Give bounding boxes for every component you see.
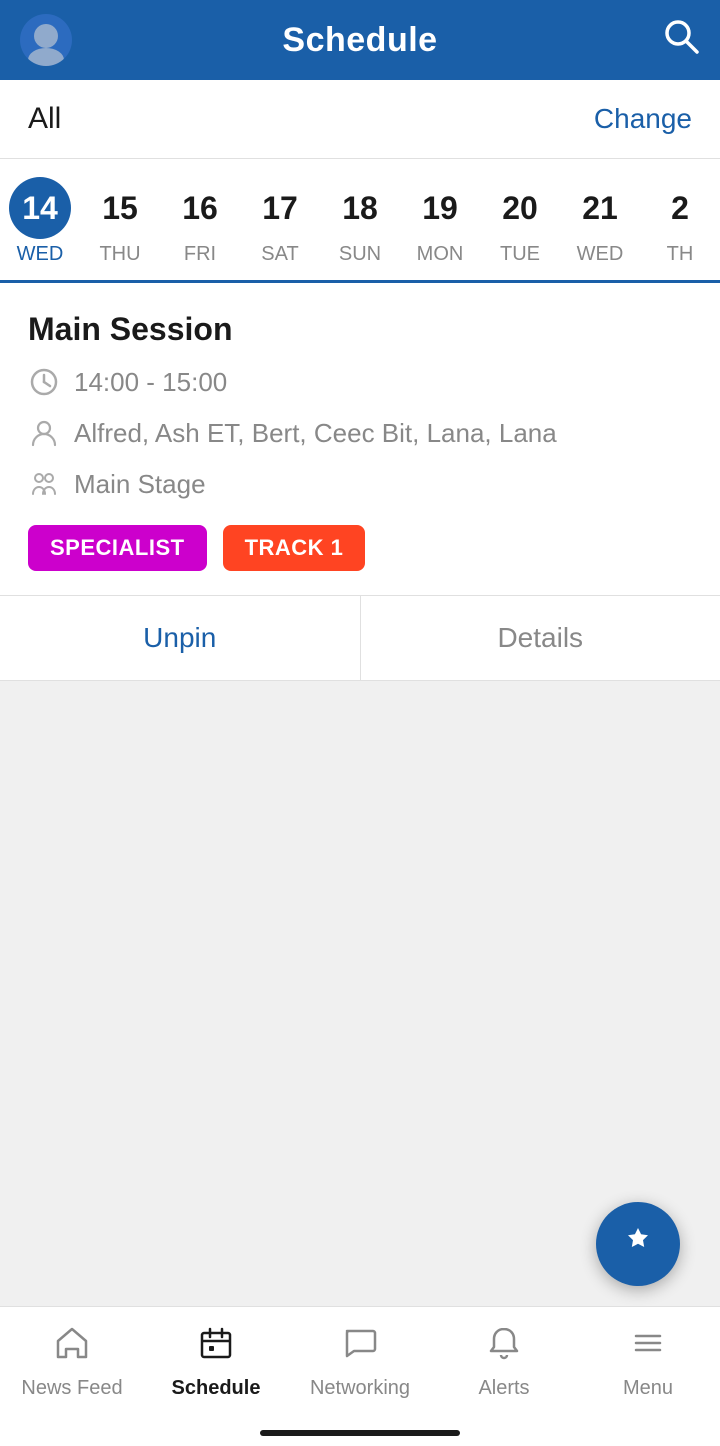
nav-item-menu[interactable]: Menu: [576, 1323, 720, 1400]
filter-label: All: [28, 102, 61, 136]
calendar-day-18[interactable]: 18 SUN: [320, 177, 400, 280]
calendar-day-14[interactable]: 14 WED: [0, 177, 80, 280]
session-time-row: 14:00 - 15:00: [28, 366, 692, 403]
bottom-navigation: News Feed Schedule Networking Alerts Men…: [0, 1306, 720, 1446]
unpin-button[interactable]: Unpin: [0, 596, 361, 680]
session-title: Main Session: [28, 311, 692, 348]
session-tag-specialist: SPECIALIST: [28, 525, 207, 571]
nav-label: Menu: [623, 1377, 673, 1400]
calendar-strip: 14 WED 15 THU 16 FRI 17 SAT 18 SUN 19 MO…: [0, 159, 720, 283]
calendar-icon: [196, 1323, 236, 1369]
cal-day-label: TH: [667, 243, 694, 266]
cal-day-label: FRI: [184, 243, 216, 266]
nav-item-alerts[interactable]: Alerts: [432, 1323, 576, 1400]
nav-label: Schedule: [172, 1377, 261, 1400]
cal-day-label: SAT: [261, 243, 298, 266]
session-card: Main Session 14:00 - 15:00 Alfred, Ash E…: [0, 283, 720, 596]
cal-day-number: 17: [249, 177, 311, 239]
calendar-day-20[interactable]: 20 TUE: [480, 177, 560, 280]
cal-day-label: WED: [17, 243, 64, 266]
home-indicator: [260, 1430, 460, 1436]
calendar-day-2[interactable]: 2 TH: [640, 177, 720, 280]
clock-icon: [28, 368, 60, 403]
cal-day-number: 14: [9, 177, 71, 239]
session-tags: SPECIALIST TRACK 1: [28, 525, 692, 595]
calendar-day-17[interactable]: 17 SAT: [240, 177, 320, 280]
nav-label: Networking: [310, 1377, 410, 1400]
calendar-day-21[interactable]: 21 WED: [560, 177, 640, 280]
filter-change-button[interactable]: Change: [594, 103, 692, 135]
nav-label: News Feed: [21, 1377, 122, 1400]
session-speakers: Alfred, Ash ET, Bert, Ceec Bit, Lana, La…: [74, 417, 557, 451]
cal-day-number: 2: [649, 177, 711, 239]
location-icon: [28, 470, 60, 505]
cal-day-number: 19: [409, 177, 471, 239]
session-location: Main Stage: [74, 468, 206, 502]
cal-day-number: 15: [89, 177, 151, 239]
pin-fab-button[interactable]: [596, 1202, 680, 1286]
cal-day-number: 18: [329, 177, 391, 239]
filter-bar: All Change: [0, 80, 720, 159]
session-tag-track1: TRACK 1: [223, 525, 366, 571]
cal-day-label: MON: [417, 243, 464, 266]
cal-day-number: 20: [489, 177, 551, 239]
bookmark-icon: [618, 1220, 658, 1269]
calendar-day-15[interactable]: 15 THU: [80, 177, 160, 280]
nav-item-news-feed[interactable]: News Feed: [0, 1323, 144, 1400]
nav-label: Alerts: [478, 1377, 529, 1400]
cal-day-number: 21: [569, 177, 631, 239]
user-avatar[interactable]: [20, 14, 72, 66]
calendar-day-19[interactable]: 19 MON: [400, 177, 480, 280]
action-row: Unpin Details: [0, 596, 720, 681]
nav-item-schedule[interactable]: Schedule: [144, 1323, 288, 1400]
nav-item-networking[interactable]: Networking: [288, 1323, 432, 1400]
person-icon: [28, 419, 60, 454]
search-icon[interactable]: [662, 17, 700, 63]
menu-icon: [628, 1323, 668, 1369]
cal-day-label: SUN: [339, 243, 381, 266]
cal-day-label: WED: [577, 243, 624, 266]
bell-icon: [484, 1323, 524, 1369]
cal-day-label: THU: [99, 243, 140, 266]
cal-day-label: TUE: [500, 243, 540, 266]
calendar-day-16[interactable]: 16 FRI: [160, 177, 240, 280]
page-title: Schedule: [282, 21, 437, 60]
home-icon: [52, 1323, 92, 1369]
details-button[interactable]: Details: [361, 596, 720, 680]
chat-icon: [340, 1323, 380, 1369]
session-time: 14:00 - 15:00: [74, 366, 227, 400]
app-header: Schedule: [0, 0, 720, 80]
session-location-row: Main Stage: [28, 468, 692, 505]
cal-day-number: 16: [169, 177, 231, 239]
session-speakers-row: Alfred, Ash ET, Bert, Ceec Bit, Lana, La…: [28, 417, 692, 454]
